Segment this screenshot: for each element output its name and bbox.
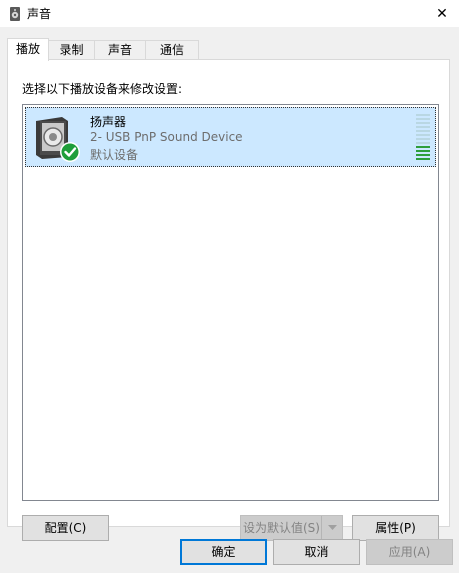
- tab-communications[interactable]: 通信: [145, 40, 199, 60]
- level-meter-segment: [416, 142, 430, 144]
- device-list[interactable]: 扬声器 2- USB PnP Sound Device 默认设备: [22, 104, 439, 501]
- level-meter-segment: [416, 122, 430, 124]
- level-meter-segment: [416, 118, 430, 120]
- cancel-button[interactable]: 取消: [273, 539, 360, 565]
- set-default-label: 设为默认值(S): [243, 521, 320, 535]
- speaker-icon: [36, 117, 80, 162]
- tab-playback[interactable]: 播放: [7, 38, 49, 61]
- playback-panel: 选择以下播放设备来修改设置: 扬声器 2- USB PnP Sound Devi…: [7, 59, 450, 541]
- level-meter-segment: [416, 126, 430, 128]
- set-default-button: 设为默认值(S): [240, 515, 343, 541]
- instruction-text: 选择以下播放设备来修改设置:: [22, 82, 183, 96]
- close-icon: ✕: [436, 5, 448, 22]
- level-meter-segment: [416, 150, 430, 152]
- window-title: 声音: [27, 7, 52, 21]
- device-status: 默认设备: [90, 148, 139, 162]
- level-meter-segment: [416, 114, 430, 116]
- level-meter-segment: [416, 146, 430, 148]
- level-meter-segment: [416, 158, 430, 160]
- level-meter-segment: [416, 134, 430, 136]
- close-button[interactable]: ✕: [425, 0, 459, 27]
- green-check-icon: [60, 142, 80, 162]
- device-description: 2- USB PnP Sound Device: [90, 130, 243, 144]
- speaker-app-icon: [10, 7, 20, 21]
- device-row-speaker[interactable]: 扬声器 2- USB PnP Sound Device 默认设备: [25, 107, 436, 167]
- level-meter-segment: [416, 138, 430, 140]
- level-meter-segment: [416, 154, 430, 156]
- title-bar: 声音 ✕: [0, 0, 459, 27]
- ok-button[interactable]: 确定: [180, 539, 267, 565]
- device-name: 扬声器: [90, 115, 127, 129]
- dialog-client-area: 播放 录制 声音 通信 选择以下播放设备来修改设置: 扬声器 2- USB Pn…: [0, 27, 459, 573]
- chevron-down-icon: [321, 516, 342, 540]
- apply-button: 应用(A): [366, 539, 453, 565]
- properties-button[interactable]: 属性(P): [352, 515, 439, 541]
- tab-recording[interactable]: 录制: [48, 40, 95, 60]
- configure-button[interactable]: 配置(C): [22, 515, 109, 541]
- tab-sounds[interactable]: 声音: [94, 40, 146, 60]
- volume-level-meter: [416, 114, 430, 160]
- level-meter-segment: [416, 130, 430, 132]
